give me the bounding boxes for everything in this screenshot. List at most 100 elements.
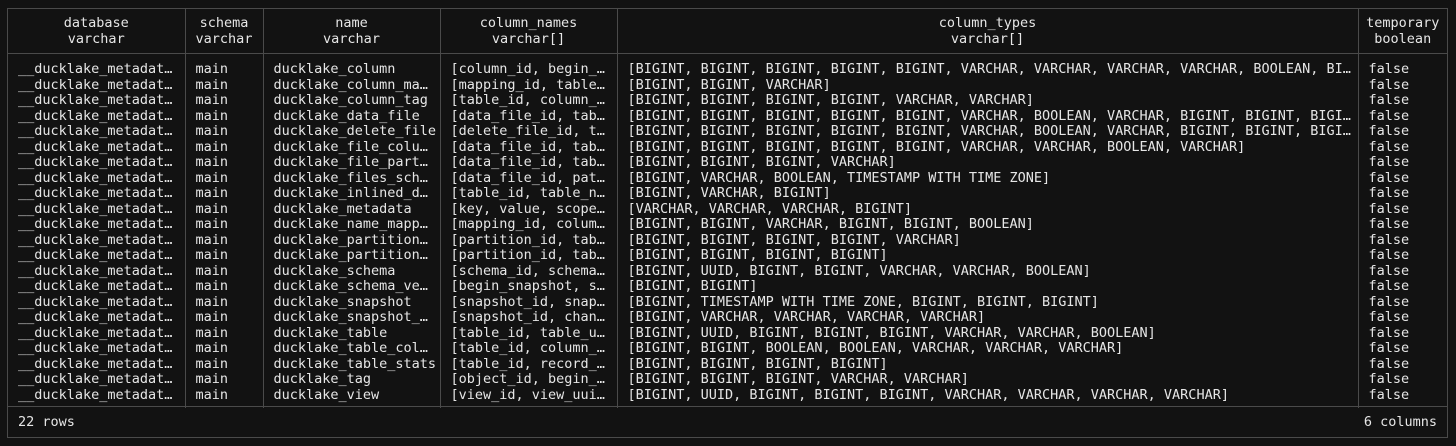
cell-column-types: [BIGINT, BIGINT, BIGINT, BIGINT, VARCHAR… xyxy=(616,93,1358,109)
cell-name: ducklake_snapshot xyxy=(262,294,440,310)
column-header-database: database varchar xyxy=(8,9,185,54)
cell-column-types: [BIGINT, BIGINT, BIGINT, BIGINT, BIGINT,… xyxy=(616,139,1358,155)
cell-name: ducklake_table xyxy=(262,325,440,341)
cell-database: __ducklake_metadat… xyxy=(18,356,173,372)
column-header-type: boolean xyxy=(1374,31,1432,47)
cell-column-types: [BIGINT, BIGINT, BIGINT, BIGINT, BIGINT,… xyxy=(616,124,1358,140)
table-row: __ducklake_metadat… main ducklake_tag [obje… xyxy=(8,372,1447,388)
column-header-name: database xyxy=(63,15,129,31)
cell-column-names: [data_file_id, tab… xyxy=(439,108,617,124)
table-row: __ducklake_metadat… main ducklake_table_co… xyxy=(8,341,1447,357)
cell-database: __ducklake_metadat… xyxy=(18,217,173,232)
column-header-name: temporary xyxy=(1366,15,1440,31)
table-row: __ducklake_metadat… main ducklake_column [c… xyxy=(8,62,1447,78)
cell-schema: main xyxy=(184,170,263,186)
table-row: __ducklake_metadat… main ducklake_schema_v… xyxy=(8,279,1447,295)
cell-temporary: false xyxy=(1357,108,1447,124)
cell-column-types: [BIGINT, BIGINT, BOOLEAN, BOOLEAN, VARCH… xyxy=(616,341,1358,357)
column-header-type: varchar xyxy=(323,31,380,47)
cell-schema: main xyxy=(184,310,263,326)
result-table-frame: database varchar schema varchar name var… xyxy=(7,8,1448,438)
cell-column-names: [mapping_id, table… xyxy=(439,77,617,93)
cell-column-names: [delete_file_id, t… xyxy=(439,124,617,140)
cell-column-types: [BIGINT, BIGINT, BIGINT, BIGINT, BIGINT,… xyxy=(616,108,1358,124)
spacer-cell xyxy=(184,53,263,62)
cell-database: __ducklake_metadat… xyxy=(18,341,173,356)
cell-database: __ducklake_metadat… xyxy=(18,155,173,170)
cell-name: ducklake_partition… xyxy=(262,248,440,264)
table-row: __ducklake_metadat… main ducklake_snapshot… xyxy=(8,310,1447,326)
cell-column-names: [table_id, column_… xyxy=(439,341,617,357)
cell-database: __ducklake_metadat… xyxy=(18,170,173,186)
cell-database: __ducklake_metadat… xyxy=(18,108,173,124)
cell-column-names: [column_id, begin_… xyxy=(439,62,617,78)
cell-temporary: false xyxy=(1357,139,1447,155)
cell-database: __ducklake_metadat… xyxy=(18,77,173,93)
cell-temporary: false xyxy=(1357,124,1447,140)
cell-database: __ducklake_metadat… xyxy=(18,310,173,325)
cell-name: ducklake_view xyxy=(262,387,440,403)
cell-name: ducklake_delete_file xyxy=(262,124,440,140)
cell-temporary: false xyxy=(1357,170,1447,186)
cell-name: ducklake_table_stats xyxy=(262,356,440,372)
cell-schema: main xyxy=(184,217,263,233)
cell-schema: main xyxy=(184,124,263,140)
cell-column-names: [data_file_id, tab… xyxy=(439,155,617,171)
cell-temporary: false xyxy=(1357,217,1447,233)
cell-schema: main xyxy=(184,356,263,372)
column-header-name: column_names xyxy=(479,15,578,31)
cell-temporary: false xyxy=(1357,93,1447,109)
cell-temporary: false xyxy=(1357,325,1447,341)
cell-name: ducklake_schema xyxy=(262,263,440,279)
column-header-column-types: column_types varchar[] xyxy=(616,9,1358,54)
cell-name: ducklake_name_mapp… xyxy=(262,217,440,233)
cell-name: ducklake_files_sch… xyxy=(262,170,440,186)
cell-database: __ducklake_metadat… xyxy=(18,372,173,387)
cell-column-types: [BIGINT, UUID, BIGINT, BIGINT, BIGINT, V… xyxy=(616,387,1358,403)
cell-name: ducklake_data_file xyxy=(262,108,440,124)
row-count: 22 rows xyxy=(18,414,75,430)
cell-column-names: [partition_id, tab… xyxy=(439,248,617,264)
table-row: __ducklake_metadat… main ducklake_delete_f… xyxy=(8,124,1447,140)
cell-schema: main xyxy=(184,201,263,217)
table-row: __ducklake_metadat… main ducklake_table_st… xyxy=(8,356,1447,372)
cell-name: ducklake_column xyxy=(262,62,440,78)
cell-name: ducklake_tag xyxy=(262,372,440,388)
spacer-cell xyxy=(439,53,617,62)
column-header-name: name varchar xyxy=(262,9,440,54)
column-header-name: column_types xyxy=(938,15,1037,31)
table-row: __ducklake_metadat… main ducklake_metadata… xyxy=(8,201,1447,217)
cell-column-names: [data_file_id, tab… xyxy=(439,139,617,155)
cell-schema: main xyxy=(184,341,263,357)
cell-schema: main xyxy=(184,232,263,248)
cell-column-types: [VARCHAR, VARCHAR, VARCHAR, BIGINT] xyxy=(616,201,1358,217)
cell-temporary: false xyxy=(1357,77,1447,93)
cell-database: __ducklake_metadat… xyxy=(18,124,173,139)
table-row: __ducklake_metadat… main ducklake_partitio… xyxy=(8,248,1447,264)
cell-database: __ducklake_metadat… xyxy=(18,62,173,77)
cell-schema: main xyxy=(184,294,263,310)
cell-database: __ducklake_metadat… xyxy=(18,201,173,217)
cell-column-types: [BIGINT, VARCHAR, BIGINT] xyxy=(616,186,1358,202)
spacer-cell xyxy=(262,53,440,62)
cell-temporary: false xyxy=(1357,341,1447,357)
cell-column-types: [BIGINT, BIGINT, BIGINT, BIGINT, BIGINT,… xyxy=(616,62,1358,78)
cell-column-types: [BIGINT, BIGINT] xyxy=(616,279,1358,295)
cell-column-types: [BIGINT, TIMESTAMP WITH TIME ZONE, BIGIN… xyxy=(616,294,1358,310)
cell-temporary: false xyxy=(1357,279,1447,295)
cell-name: ducklake_snapshot_… xyxy=(262,310,440,326)
cell-column-names: [partition_id, tab… xyxy=(439,232,617,248)
cell-database: __ducklake_metadat… xyxy=(18,387,173,403)
cell-name: ducklake_inlined_d… xyxy=(262,186,440,202)
cell-temporary: false xyxy=(1357,356,1447,372)
table-spacer xyxy=(8,53,1447,62)
table-row: __ducklake_metadat… main ducklake_snapshot… xyxy=(8,294,1447,310)
cell-column-types: [BIGINT, BIGINT, BIGINT, BIGINT] xyxy=(616,356,1358,372)
spacer-cell xyxy=(616,53,1358,62)
cell-database: __ducklake_metadat… xyxy=(18,263,173,279)
table-row: __ducklake_metadat… main ducklake_inlined_… xyxy=(8,186,1447,202)
cell-database: __ducklake_metadat… xyxy=(18,325,173,341)
cell-column-types: [BIGINT, BIGINT, BIGINT, VARCHAR, VARCHA… xyxy=(616,372,1358,388)
cell-schema: main xyxy=(184,139,263,155)
cell-temporary: false xyxy=(1357,155,1447,171)
